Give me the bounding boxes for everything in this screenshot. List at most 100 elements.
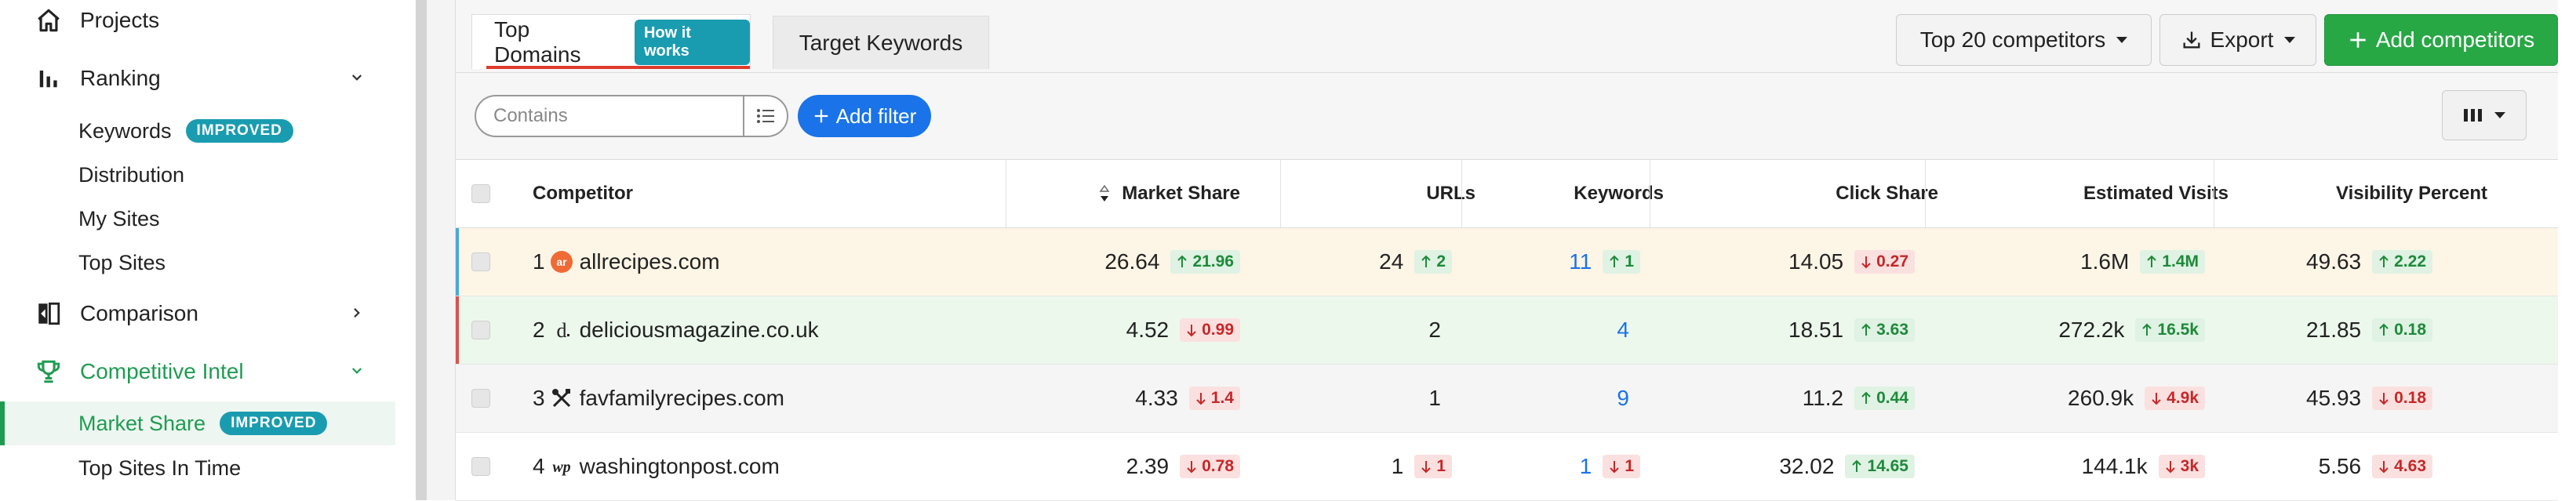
row-checkbox[interactable] xyxy=(471,252,490,271)
col-divider[interactable] xyxy=(1925,160,1926,227)
col-header-visibility-percent[interactable]: Visibility Percent xyxy=(2260,160,2487,227)
visibility-percent-value: 21.85 xyxy=(2306,318,2362,342)
visibility-percent-cell: 45.93 0.18 xyxy=(2197,365,2432,432)
estimated-visits-value: 260.9k xyxy=(2068,386,2134,410)
competitor-domain[interactable]: allrecipes.com xyxy=(580,249,720,274)
sidebar-item-top-sites-in-time[interactable]: Top Sites In Time xyxy=(78,450,241,486)
top-competitors-label: Top 20 competitors xyxy=(1919,27,2106,52)
market-share-value: 2.39 xyxy=(1126,454,1170,478)
change-badge-down: 0.27 xyxy=(1854,250,1915,274)
estimated-visits-value: 1.6M xyxy=(2080,249,2130,274)
sidebar-item-comparison[interactable]: Comparison xyxy=(0,295,360,332)
row-marker xyxy=(456,296,459,364)
select-all-cell xyxy=(471,160,518,227)
click-share-cell: 11.2 0.44 xyxy=(1679,365,1915,432)
change-badge-down: 0.18 xyxy=(2372,387,2432,410)
col-header-competitor[interactable]: Competitor xyxy=(533,160,633,227)
competitor-domain[interactable]: deliciousmagazine.co.uk xyxy=(580,318,819,343)
competitor-domain[interactable]: favfamilyrecipes.com xyxy=(580,386,784,411)
col-header-estimated-visits[interactable]: Estimated Visits xyxy=(1985,160,2229,227)
add-filter-label: Add filter xyxy=(835,103,917,128)
table-row[interactable]: 3 favfamilyrecipes.com 4.33 1.4 1 9 11.2 0.44 26… xyxy=(456,365,2558,433)
keywords-cell: 9 xyxy=(1405,365,1640,432)
col-header-market-share[interactable]: Market Share xyxy=(1005,160,1240,227)
table-row[interactable]: 1 ar allrecipes.com 26.64 21.96 24 2 11 1 14.05 0.… xyxy=(456,228,2558,296)
change-value: 0.18 xyxy=(2394,321,2426,339)
estimated-visits-value: 272.2k xyxy=(2058,318,2125,342)
add-competitors-label: Add competitors xyxy=(2375,27,2535,52)
sidebar-item-ranking[interactable]: Ranking xyxy=(0,60,362,97)
competitor-cell: 3 favfamilyrecipes.com xyxy=(533,365,784,432)
sidebar-item-competitive-intel[interactable]: Competitive Intel xyxy=(0,353,362,390)
change-badge-up: 3.63 xyxy=(1854,318,1915,342)
keywords-value[interactable]: 1 xyxy=(1580,454,1592,479)
caret-down-icon xyxy=(2494,112,2505,118)
col-header-urls[interactable]: URLs xyxy=(1279,160,1475,227)
estimated-visits-cell: 260.9k 4.9k xyxy=(1970,365,2205,432)
tab-label-top-domains: Top Domains xyxy=(494,16,581,67)
keywords-value[interactable]: 11 xyxy=(1569,249,1592,274)
sidebar-label-competitive-intel: Competitive Intel xyxy=(80,359,244,383)
select-all-checkbox[interactable] xyxy=(471,184,490,203)
change-badge-up: 2.22 xyxy=(2372,250,2432,274)
caret-down-icon xyxy=(2116,37,2128,43)
list-icon[interactable] xyxy=(743,96,787,136)
click-share-value: 32.02 xyxy=(1779,454,1835,478)
urls-value: 1 xyxy=(1391,454,1404,478)
row-checkbox[interactable] xyxy=(471,321,490,339)
market-share-value: 4.52 xyxy=(1126,318,1170,342)
add-filter-button[interactable]: Add filter xyxy=(798,95,931,137)
row-checkbox[interactable] xyxy=(471,389,490,408)
market-share-cell: 26.64 21.96 xyxy=(1005,228,1240,296)
chevron-down-icon[interactable] xyxy=(345,359,369,383)
tab-top-domains[interactable]: Top Domains How it works xyxy=(471,14,751,69)
chevron-down-icon[interactable] xyxy=(345,66,369,89)
row-select-cell xyxy=(471,365,490,432)
competitor-domain[interactable]: washingtonpost.com xyxy=(580,454,780,479)
col-divider[interactable] xyxy=(1461,160,1462,227)
svg-text:ar: ar xyxy=(556,256,567,268)
table-row[interactable]: 2 d deliciousmagazine.co.uk 4.52 0.99 2 4 18.51… xyxy=(456,296,2558,365)
table-row[interactable]: 4 wp washingtonpost.com 2.39 0.78 1 1 1 1 32.02 14… xyxy=(456,433,2558,501)
col-header-keywords[interactable]: Keywords xyxy=(1475,160,1664,227)
col-header-click-share[interactable]: Click Share xyxy=(1711,160,1938,227)
plus-icon xyxy=(2348,30,2368,50)
change-badge-down: 4.9k xyxy=(2145,387,2205,410)
sidebar-label-my-sites: My Sites xyxy=(78,206,160,231)
sidebar: Projects Ranking Keywords IMPROVED Distr… xyxy=(0,0,417,500)
change-value: 4.63 xyxy=(2394,457,2426,475)
top-competitors-dropdown[interactable]: Top 20 competitors xyxy=(1896,14,2152,66)
keywords-value[interactable]: 9 xyxy=(1617,386,1629,411)
tab-bar: Top Domains How it works Target Keywords… xyxy=(456,0,2558,73)
svg-text:d: d xyxy=(556,319,566,342)
sidebar-label-top-sites: Top Sites xyxy=(78,250,166,274)
sidebar-item-market-share[interactable]: Market Share IMPROVED xyxy=(78,405,328,441)
sidebar-item-top-sites[interactable]: Top Sites xyxy=(78,245,166,281)
market-share-cell: 4.33 1.4 xyxy=(1005,365,1240,432)
change-badge-up: 1 xyxy=(1603,250,1640,274)
change-value: 3.63 xyxy=(1876,321,1908,339)
improved-badge: IMPROVED xyxy=(185,119,293,143)
filter-search-box xyxy=(475,95,788,137)
sidebar-label-top-sites-in-time: Top Sites In Time xyxy=(78,456,242,480)
keywords-value[interactable]: 4 xyxy=(1617,318,1629,343)
sidebar-item-my-sites[interactable]: My Sites xyxy=(78,201,160,237)
sidebar-item-projects[interactable]: Projects xyxy=(0,2,159,39)
chevron-right-icon[interactable] xyxy=(345,301,369,325)
market-share-value: 26.64 xyxy=(1104,249,1160,274)
sidebar-resize-handle[interactable] xyxy=(416,0,427,500)
change-badge-down: 4.63 xyxy=(2372,455,2432,478)
add-competitors-button[interactable]: Add competitors xyxy=(2324,14,2558,66)
how-it-works-badge[interactable]: How it works xyxy=(634,19,750,65)
utensils-icon xyxy=(550,387,573,410)
sidebar-item-keywords[interactable]: Keywords IMPROVED xyxy=(78,113,293,149)
row-checkbox[interactable] xyxy=(471,457,490,476)
filter-input[interactable] xyxy=(492,104,738,128)
tab-target-keywords[interactable]: Target Keywords xyxy=(773,16,989,69)
col-divider[interactable] xyxy=(1280,160,1281,227)
change-badge-up: 0.44 xyxy=(1854,387,1915,410)
visibility-percent-cell: 5.56 4.63 xyxy=(2197,433,2432,500)
columns-toggle-button[interactable] xyxy=(2442,90,2527,140)
sidebar-item-distribution[interactable]: Distribution xyxy=(78,157,184,193)
export-button[interactable]: Export xyxy=(2159,14,2316,66)
